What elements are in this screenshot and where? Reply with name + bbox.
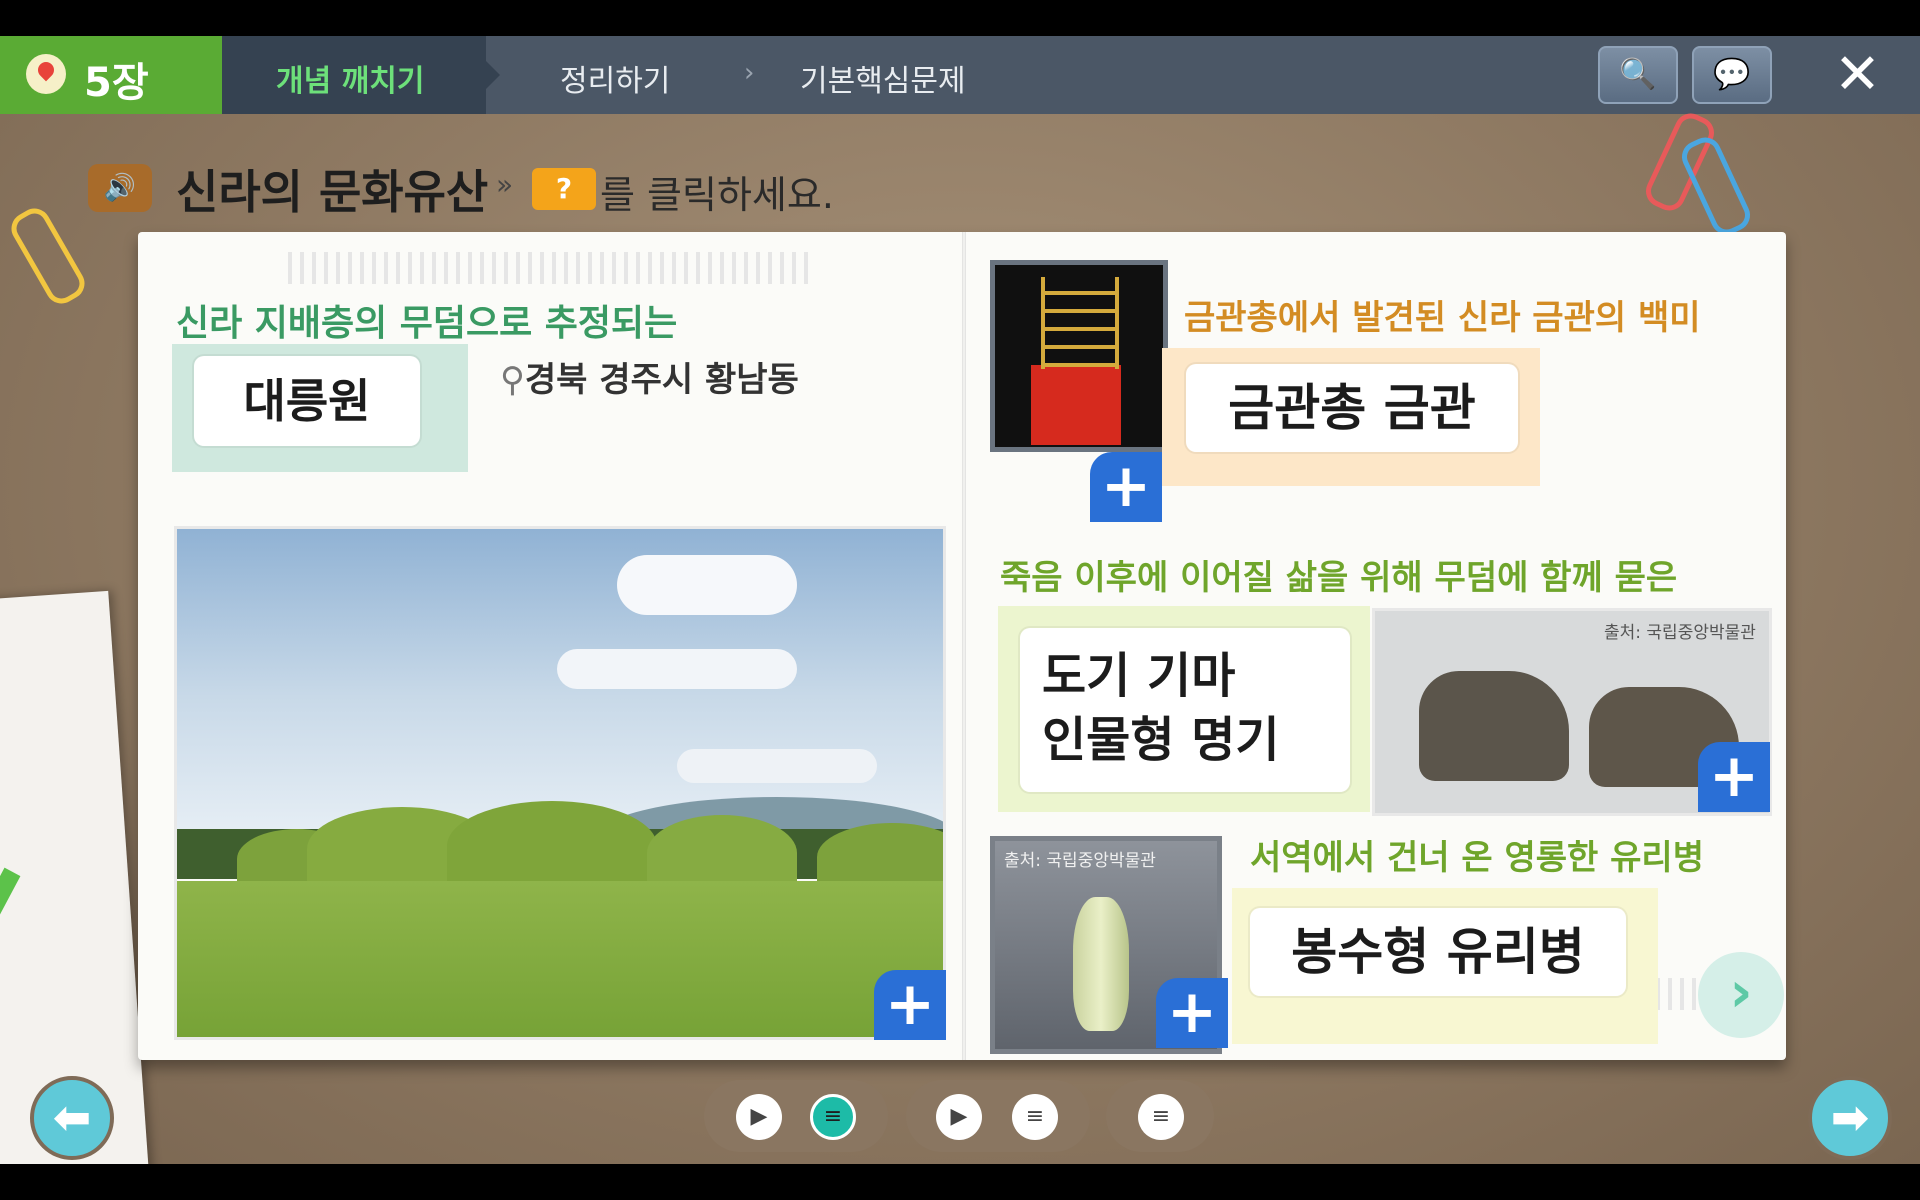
crown-base [1031, 365, 1121, 445]
location-label: 경북 경주시 황남동 [524, 360, 799, 400]
audio-control-group [704, 1080, 888, 1152]
script-icon[interactable]: ≡ [1012, 1094, 1058, 1140]
tab-core-questions[interactable]: 기본핵심문제 [800, 56, 966, 100]
glass-bottle-label[interactable]: 봉수형 유리병 [1250, 908, 1626, 996]
play-icon[interactable]: ▶ [736, 1094, 782, 1140]
sky [177, 529, 943, 834]
cloud [617, 555, 797, 615]
title-separator: » [496, 168, 514, 201]
tomb-mound [447, 801, 657, 891]
prev-button[interactable]: ⬅ [30, 1076, 114, 1160]
tab-chevron-icon: › [744, 58, 755, 88]
next-button[interactable]: ➡ [1808, 1076, 1892, 1160]
speaker-icon: 🔊 [103, 173, 137, 203]
fret-pattern-decoration [288, 252, 808, 284]
script-icon[interactable]: ≡ [1138, 1094, 1184, 1140]
figurines-label-line: 도기 기마 [1042, 648, 1236, 704]
figurines-label-line: 인물형 명기 [1042, 712, 1280, 768]
cloud [677, 749, 877, 783]
daereungwon-label[interactable]: 대릉원 [194, 356, 420, 446]
page-title: 신라의 문화유산 [176, 165, 489, 219]
figurines-lead-text: 죽음 이후에 이어질 삶을 위해 무덤에 함께 묻은 [1000, 558, 1678, 598]
close-button[interactable]: ✕ [1834, 42, 1881, 107]
question-badge: ? [532, 168, 596, 210]
gold-crown-plus-button[interactable]: + [1090, 452, 1162, 522]
figurines-credit: 출처: 국립중앙박물관 [1604, 623, 1756, 643]
audio-control-group [906, 1080, 1090, 1152]
speaker-button[interactable]: 🔊 [88, 164, 152, 212]
cloud [557, 649, 797, 689]
location-text: ⚲경북 경주시 황남동 [500, 352, 799, 401]
gold-crown-lead-text: 금관총에서 발견된 신라 금관의 백미 [1184, 298, 1701, 338]
glass-bottle-credit: 출처: 국립중앙박물관 [1004, 851, 1156, 871]
dictionary-search-button[interactable]: 🔍 [1598, 46, 1678, 104]
next-page-button[interactable]: › [1698, 952, 1784, 1038]
figurines-plus-button[interactable]: + [1698, 742, 1770, 812]
gold-crown-photo [990, 260, 1168, 452]
chapter-indicator: 5장 [0, 36, 222, 114]
tab-summary[interactable]: 정리하기 [560, 56, 670, 100]
daereungwon-plus-button[interactable]: + [874, 970, 946, 1040]
dictionary-search-icon: 🔍 [1619, 57, 1657, 92]
paper-clip-decoration [5, 202, 91, 310]
top-navigation-bar: 5장 › 개념 깨치기 정리하기 › 기본핵심문제 🔍 💬 ✕ [0, 36, 1920, 114]
glass-bottle-lead-text: 서역에서 건너 온 영롱한 유리병 [1250, 838, 1704, 878]
chat-icon: 💬 [1713, 57, 1751, 92]
chapter-label: 5장 [84, 60, 149, 106]
open-book: 신라 지배층의 무덤으로 추정되는 대릉원 ⚲경북 경주시 황남동 + + 금관… [138, 232, 1786, 1060]
location-pin-icon [26, 54, 66, 94]
figurines-label[interactable]: 도기 기마 인물형 명기 [1020, 628, 1350, 792]
map-pin-icon: ⚲ [500, 360, 525, 400]
chat-button[interactable]: 💬 [1692, 46, 1772, 104]
glass-bottle [1073, 897, 1129, 1031]
instruction-text: 를 클릭하세요. [600, 173, 834, 217]
crown-ornament [1041, 277, 1119, 369]
figurine [1419, 671, 1569, 781]
play-icon[interactable]: ▶ [936, 1094, 982, 1140]
script-icon[interactable]: ≡ [810, 1094, 856, 1140]
tab-concept[interactable]: 개념 깨치기 [276, 56, 424, 100]
gold-crown-label[interactable]: 금관총 금관 [1186, 364, 1518, 452]
app-screen: 5장 › 개념 깨치기 정리하기 › 기본핵심문제 🔍 💬 ✕ 🔊 신라의 문화… [0, 36, 1920, 1164]
grass-field [177, 881, 943, 1037]
daereungwon-lead-text: 신라 지배층의 무덤으로 추정되는 [176, 303, 678, 344]
tomb-mound [647, 815, 797, 891]
glass-bottle-plus-button[interactable]: + [1156, 978, 1228, 1048]
daereungwon-photo [174, 526, 946, 1040]
